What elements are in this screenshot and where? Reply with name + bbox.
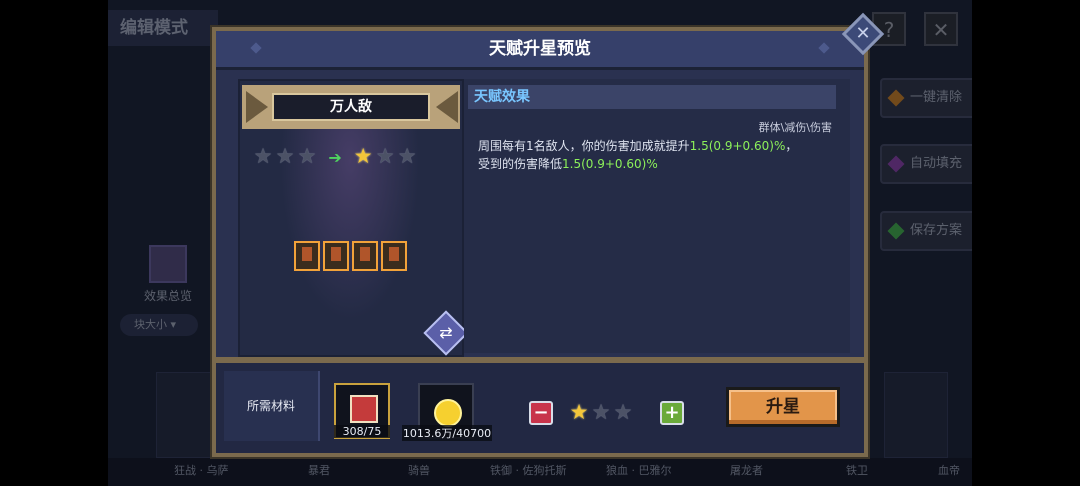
talent-upgrade-dialog: 天赋升星预览 ✕ 万人敌 ★ ★ ★ ➔ ★ ★ ★ ⇄ 天赋效果 群体\减伤\伤害 周…: [212, 12, 885, 457]
effect-value: 1.5(0.9+0.60)%: [689, 139, 786, 153]
minion-group: [294, 241, 414, 275]
effect-header: 天赋效果: [468, 85, 836, 109]
minion-icon: [381, 241, 407, 271]
increase-star-button[interactable]: +: [660, 401, 684, 425]
talent-name: 万人敌: [272, 93, 430, 121]
star-empty-icon: ★: [275, 144, 295, 168]
talent-effect-panel: 天赋效果 群体\减伤\伤害 周围每有1名敌人，你的伤害加成就提升1.5(0.9+…: [464, 79, 850, 353]
talent-name-plate: 万人敌: [240, 83, 462, 131]
target-star-level: ★ ★ ★: [568, 401, 648, 425]
star-empty-icon: ★: [613, 400, 633, 424]
minion-icon: [352, 241, 378, 271]
star-filled-icon: ★: [569, 400, 589, 424]
minion-icon: [294, 241, 320, 271]
effect-value: 1.5(0.9+0.60)%: [562, 157, 658, 171]
effect-description: 周围每有1名敌人，你的伤害加成就提升1.5(0.9+0.60)%， 受到的伤害降…: [478, 137, 828, 173]
decrease-star-button[interactable]: −: [529, 401, 553, 425]
star-empty-icon: ★: [297, 144, 317, 168]
talent-preview-panel: 万人敌 ★ ★ ★ ➔ ★ ★ ★ ⇄: [238, 79, 469, 357]
gold-coin-icon: [434, 399, 462, 427]
dialog-title: 天赋升星预览: [489, 39, 591, 59]
minion-icon: [323, 241, 349, 271]
star-empty-icon: ★: [591, 400, 611, 424]
chevron-left-icon: [246, 91, 268, 123]
star-empty-icon: ★: [253, 144, 273, 168]
material-count: 1013.6万/40700: [402, 425, 492, 441]
arrow-right-icon: ➔: [328, 148, 342, 167]
star-filled-icon: ★: [353, 144, 373, 168]
swap-button[interactable]: ⇄: [423, 310, 469, 356]
material-count: 308/75: [334, 425, 390, 438]
effect-text: 周围每有1名敌人，你的伤害加成就提升: [478, 139, 690, 153]
star-empty-icon: ★: [375, 144, 395, 168]
star-comparison: ★ ★ ★ ➔ ★ ★ ★: [252, 145, 452, 169]
materials-area: 所需材料 308/75 1013.6万/40700 − ★ ★ ★ + 升星: [216, 363, 864, 453]
close-icon: ✕: [855, 23, 871, 44]
effect-text: 受到的伤害降低: [478, 157, 563, 171]
effect-text: ，: [785, 139, 798, 153]
demon-helmet-icon: [350, 395, 378, 423]
dialog-header: 天赋升星预览: [216, 31, 864, 70]
materials-label: 所需材料: [246, 399, 295, 413]
upgrade-star-button[interactable]: 升星: [726, 387, 840, 427]
star-empty-icon: ★: [397, 144, 417, 168]
materials-label-box: 所需材料: [224, 371, 320, 441]
swap-icon: ⇄: [439, 323, 453, 342]
chevron-right-icon: [436, 91, 458, 123]
effect-tags: 群体\减伤\伤害: [758, 121, 832, 134]
